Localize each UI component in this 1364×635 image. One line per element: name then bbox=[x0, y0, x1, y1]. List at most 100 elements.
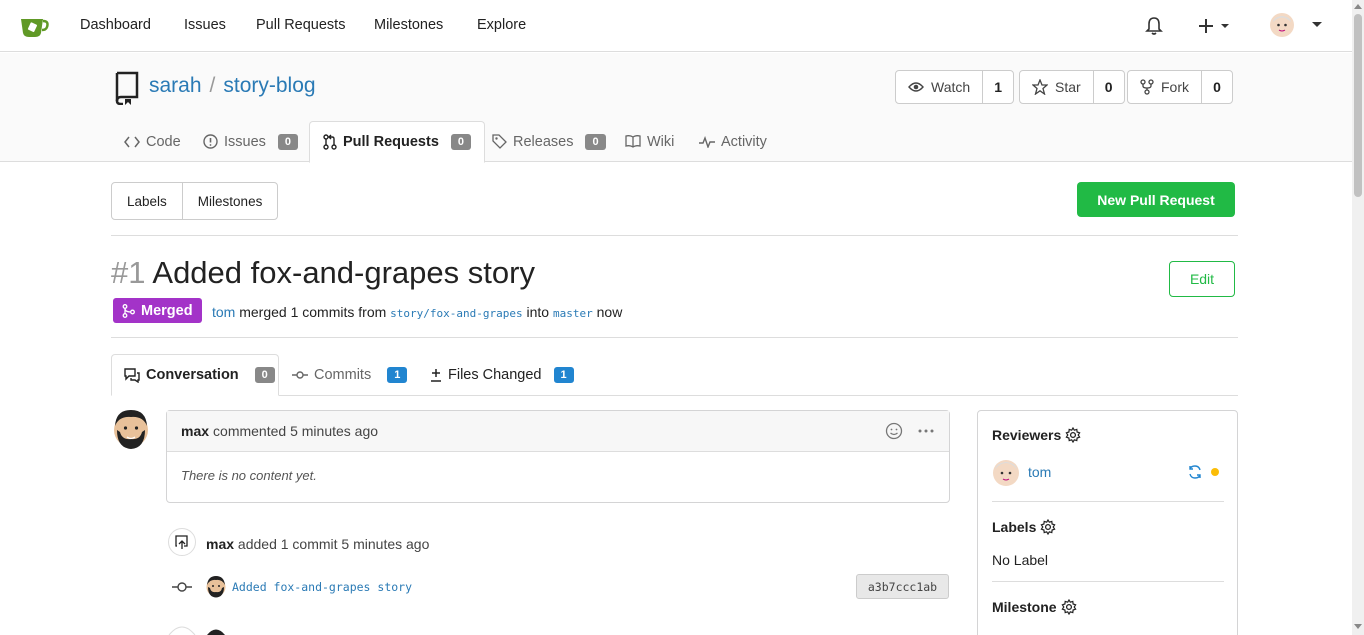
pulse-icon bbox=[699, 135, 715, 148]
commit-sha-button[interactable]: a3b7ccc1ab bbox=[856, 574, 949, 599]
watch-button-group[interactable]: Watch 1 bbox=[895, 70, 1015, 104]
pr-author-link[interactable]: tom bbox=[212, 304, 235, 320]
gear-icon[interactable] bbox=[1061, 599, 1077, 615]
avatar bbox=[207, 629, 225, 635]
tab-commits[interactable]: Commits 1 bbox=[292, 354, 408, 396]
star-button[interactable]: Star bbox=[1020, 71, 1094, 103]
nav-milestones[interactable]: Milestones bbox=[374, 17, 443, 33]
commit-message-link[interactable]: Added fox-and-grapes story bbox=[232, 580, 412, 594]
comment-author[interactable]: max bbox=[181, 423, 209, 439]
tab-commits-label: Commits bbox=[314, 367, 372, 383]
fork-count[interactable]: 0 bbox=[1202, 71, 1232, 103]
tab-wiki-label: Wiki bbox=[647, 133, 675, 150]
page-title: #1 Added fox-and-grapes story bbox=[111, 255, 535, 291]
tab-issues[interactable]: Issues 0 bbox=[203, 121, 299, 162]
gear-icon[interactable] bbox=[1065, 427, 1081, 443]
tab-pull-requests[interactable]: Pull Requests 0 bbox=[309, 121, 486, 163]
status-badge: Merged bbox=[113, 298, 202, 323]
more-icon[interactable] bbox=[917, 422, 935, 440]
repo-owner-link[interactable]: sarah bbox=[149, 74, 202, 97]
bell-icon[interactable] bbox=[1145, 16, 1163, 36]
repo-icon bbox=[115, 71, 139, 105]
comment-time[interactable]: 5 minutes ago bbox=[290, 423, 378, 439]
pr-time: now bbox=[596, 304, 623, 320]
star-button-group[interactable]: Star 0 bbox=[1019, 70, 1125, 104]
labels-title: Labels bbox=[992, 519, 1037, 535]
labels-button[interactable]: Labels bbox=[112, 183, 182, 219]
tab-releases-label: Releases bbox=[513, 133, 574, 150]
reviewers-section: Reviewers bbox=[992, 427, 1081, 443]
scrollbar-thumb[interactable] bbox=[1354, 14, 1362, 197]
comment-box: max commented 5 minutes ago There is no … bbox=[166, 410, 950, 503]
nav-dashboard[interactable]: Dashboard bbox=[80, 17, 151, 33]
star-icon bbox=[1032, 79, 1048, 95]
nav-explore[interactable]: Explore bbox=[477, 17, 526, 33]
repo-name-link[interactable]: story-blog bbox=[223, 74, 315, 97]
new-pull-request-button[interactable]: New Pull Request bbox=[1077, 182, 1235, 217]
tab-files-changed[interactable]: Files Changed 1 bbox=[430, 354, 574, 396]
timeline-icon bbox=[168, 626, 196, 635]
watch-label: Watch bbox=[931, 79, 971, 95]
refresh-icon[interactable] bbox=[1187, 464, 1203, 480]
scroll-up-arrow-icon[interactable] bbox=[1354, 4, 1362, 9]
chevron-down-icon[interactable] bbox=[1312, 22, 1322, 28]
divider bbox=[992, 581, 1224, 582]
pr-meta: tom merged 1 commits from story/fox-and-… bbox=[212, 304, 622, 320]
tab-activity[interactable]: Activity bbox=[699, 121, 767, 162]
divider bbox=[992, 501, 1224, 502]
conversation-count-badge: 0 bbox=[254, 367, 275, 383]
watch-count[interactable]: 1 bbox=[983, 71, 1013, 103]
milestones-button[interactable]: Milestones bbox=[181, 183, 278, 219]
tab-files-label: Files Changed bbox=[448, 367, 542, 383]
timeline-event: max added 1 commit 5 minutes ago bbox=[206, 536, 429, 552]
avatar[interactable] bbox=[113, 410, 149, 450]
pr-number: #1 bbox=[111, 255, 146, 290]
scroll-down-arrow-icon[interactable] bbox=[1354, 624, 1362, 629]
issue-icon bbox=[203, 134, 218, 149]
tab-conversation[interactable]: Conversation 0 bbox=[111, 354, 279, 396]
commit-icon bbox=[292, 371, 308, 379]
head-branch-link[interactable]: story/fox-and-grapes bbox=[390, 307, 522, 320]
fork-button-group[interactable]: Fork 0 bbox=[1127, 70, 1233, 104]
nav-issues[interactable]: Issues bbox=[184, 17, 226, 33]
commits-count-badge: 1 bbox=[387, 367, 408, 383]
user-avatar[interactable] bbox=[1270, 13, 1294, 37]
tab-wiki[interactable]: Wiki bbox=[625, 121, 674, 162]
comment-header: max commented 5 minutes ago bbox=[167, 411, 949, 452]
fork-button[interactable]: Fork bbox=[1128, 71, 1202, 103]
divider bbox=[279, 395, 1238, 396]
timeline-push-icon bbox=[168, 528, 196, 556]
divider bbox=[111, 235, 1238, 236]
divider bbox=[111, 337, 1238, 338]
plus-dropdown-icon[interactable] bbox=[1199, 18, 1231, 34]
avatar[interactable] bbox=[992, 459, 1020, 487]
nav-pull-requests[interactable]: Pull Requests bbox=[256, 17, 345, 33]
repo-separator: / bbox=[209, 74, 216, 97]
code-icon bbox=[124, 136, 140, 147]
tab-releases[interactable]: Releases 0 bbox=[492, 121, 606, 162]
gitea-logo-icon[interactable] bbox=[19, 13, 49, 39]
reviewer-link[interactable]: tom bbox=[1028, 464, 1051, 480]
diff-icon bbox=[431, 369, 441, 382]
scrollbar[interactable] bbox=[1352, 0, 1364, 635]
avatar[interactable] bbox=[206, 576, 226, 598]
gear-icon[interactable] bbox=[1040, 519, 1056, 535]
pr-merged-text: merged 1 commits from bbox=[239, 304, 387, 320]
pull-request-icon bbox=[323, 134, 337, 150]
timeline-text: added 1 commit 5 minutes ago bbox=[237, 536, 430, 552]
fork-label: Fork bbox=[1161, 79, 1189, 95]
comments-icon bbox=[124, 367, 140, 383]
pending-status-dot bbox=[1211, 468, 1219, 476]
tab-code[interactable]: Code bbox=[124, 121, 181, 162]
base-branch-link[interactable]: master bbox=[553, 307, 593, 320]
star-count[interactable]: 0 bbox=[1094, 71, 1124, 103]
tab-code-label: Code bbox=[146, 133, 181, 150]
smiley-icon[interactable] bbox=[885, 422, 903, 440]
timeline-author[interactable]: max bbox=[206, 536, 234, 552]
edit-button[interactable]: Edit bbox=[1169, 261, 1235, 297]
labels-section: Labels bbox=[992, 519, 1056, 535]
comment-body: There is no content yet. bbox=[181, 468, 317, 483]
pulls-count-badge: 0 bbox=[450, 134, 472, 150]
watch-button[interactable]: Watch bbox=[896, 71, 984, 103]
top-navbar: Dashboard Issues Pull Requests Milestone… bbox=[0, 0, 1352, 52]
